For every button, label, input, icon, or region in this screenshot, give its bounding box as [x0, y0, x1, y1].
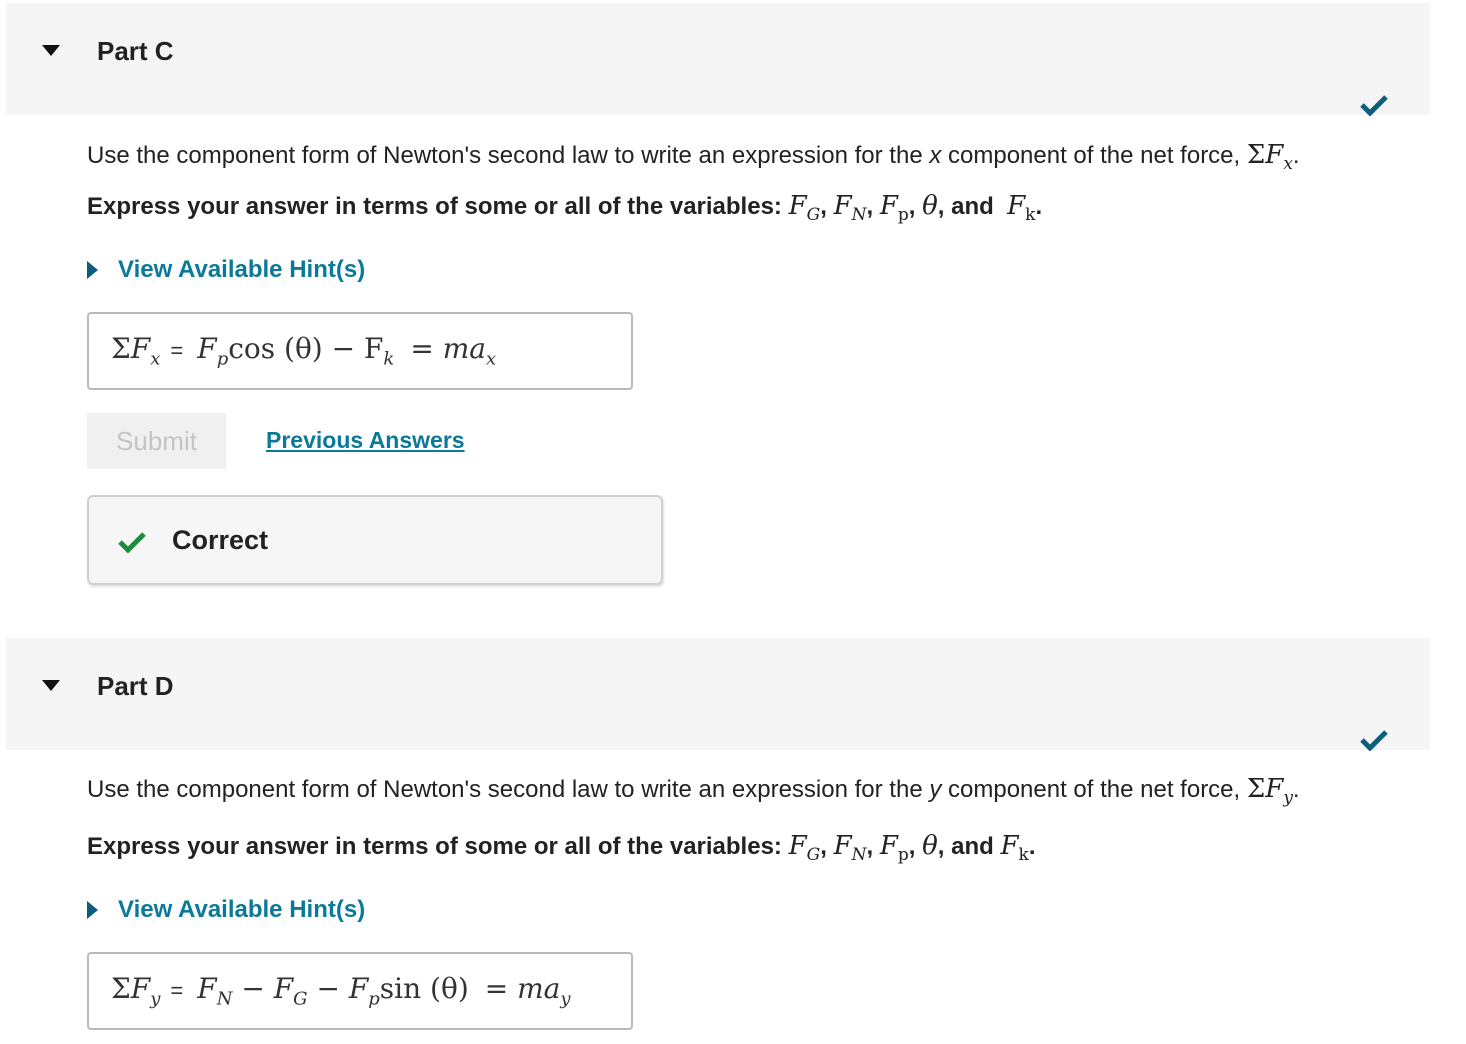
submit-button[interactable]: Submit — [87, 413, 226, 469]
part-c-hint-toggle[interactable]: View Available Hint(s) — [87, 256, 365, 284]
part-d-prompt: Use the component form of Newton's secon… — [87, 774, 1300, 809]
part-d-header[interactable]: Part D — [6, 638, 1430, 750]
caret-right-icon — [87, 261, 98, 279]
previous-answers-link[interactable]: Previous Answers — [266, 427, 465, 454]
part-c-answer-field[interactable]: ΣFx = Fpcos (θ) − Fk = max — [87, 312, 633, 390]
feedback-label: Correct — [172, 525, 269, 555]
part-d-title: Part D — [97, 671, 174, 701]
part-c-header[interactable]: Part C — [6, 3, 1430, 115]
caret-down-icon[interactable] — [42, 680, 60, 691]
checkmark-icon — [1360, 730, 1388, 751]
part-d-hint-toggle[interactable]: View Available Hint(s) — [87, 896, 365, 924]
part-d-answer-field[interactable]: ΣFy = FN − FG − Fpsin (θ) = may — [87, 952, 633, 1030]
part-d-instruction: Express your answer in terms of some or … — [87, 831, 1036, 866]
part-c-title: Part C — [97, 36, 174, 66]
part-c-instruction: Express your answer in terms of some or … — [87, 191, 1043, 226]
checkmark-icon — [1360, 95, 1388, 116]
correct-check-icon — [118, 532, 146, 553]
part-c-prompt: Use the component form of Newton's secon… — [87, 140, 1300, 175]
caret-down-icon[interactable] — [42, 45, 60, 56]
feedback-correct: Correct — [87, 495, 663, 585]
caret-right-icon — [87, 901, 98, 919]
